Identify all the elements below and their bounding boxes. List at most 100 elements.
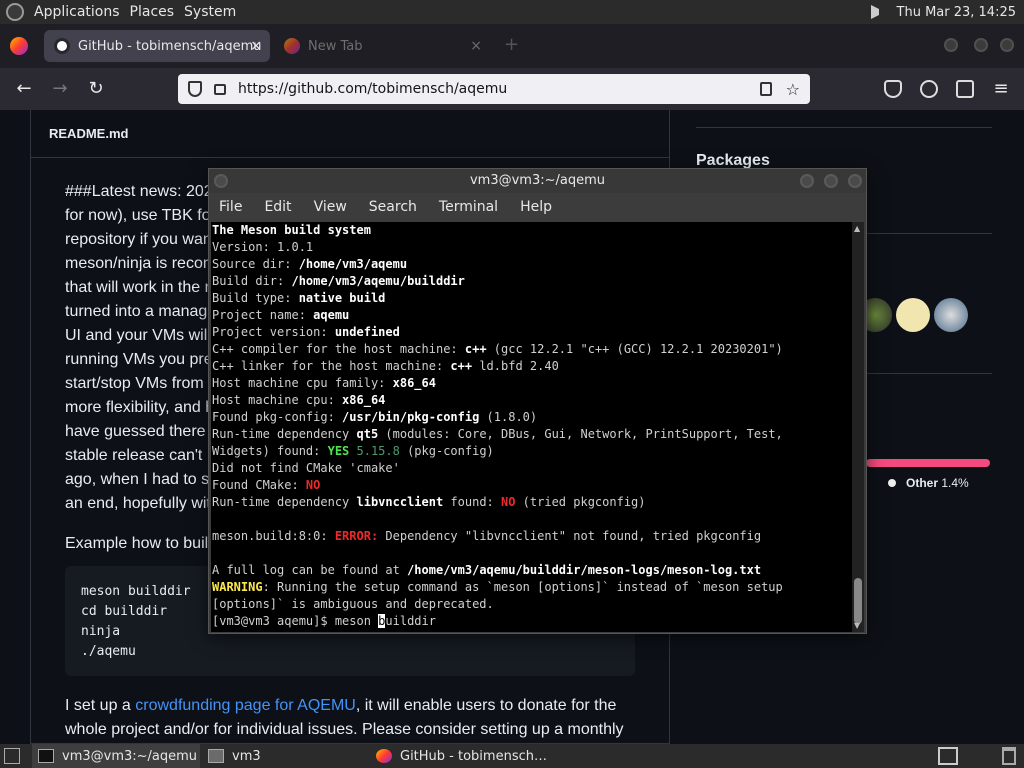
account-icon[interactable]: [920, 80, 938, 98]
minimize-button[interactable]: [800, 174, 814, 188]
tab-new-tab[interactable]: New Tab ×: [274, 30, 490, 62]
menu-terminal[interactable]: Terminal: [439, 199, 498, 215]
bookmark-star-icon[interactable]: ☆: [786, 80, 800, 99]
terminal-line: Did not find CMake 'cmake': [212, 460, 854, 477]
task-browser[interactable]: GitHub - tobimensch…: [370, 744, 570, 768]
reader-view-icon[interactable]: [760, 82, 772, 96]
terminal-title: vm3@vm3:~/aqemu: [469, 173, 606, 188]
back-icon[interactable]: ←: [13, 78, 35, 100]
terminal-line: Found pkg-config: /usr/bin/pkg-config (1…: [212, 409, 854, 426]
terminal-text: Widgets) found:: [212, 444, 328, 458]
terminal-scrollbar[interactable]: ▲ ▼: [852, 222, 864, 632]
terminal-text: (tried pkgconfig): [515, 495, 646, 509]
firefox-icon: [376, 749, 392, 763]
crowdfunding-link[interactable]: crowdfunding page for AQEMU: [135, 697, 356, 714]
window-menu-icon[interactable]: [214, 174, 228, 188]
maximize-button[interactable]: [824, 174, 838, 188]
forward-icon[interactable]: →: [49, 78, 71, 100]
applications-menu[interactable]: Applications: [34, 4, 120, 20]
system-menu[interactable]: System: [184, 4, 236, 20]
terminal-text: undefined: [334, 325, 400, 339]
terminal-text: [options]` is ambiguous and deprecated.: [212, 597, 494, 611]
close-tab-icon[interactable]: ×: [470, 38, 482, 54]
minimize-button[interactable]: [944, 38, 958, 52]
menu-search[interactable]: Search: [369, 199, 417, 215]
terminal-text: NO: [305, 478, 321, 492]
close-window-button[interactable]: [1000, 38, 1014, 52]
terminal-text: Project version:: [212, 325, 335, 339]
terminal-line: [options]` is ambiguous and deprecated.: [212, 596, 854, 613]
terminal-line: WARNING: Running the setup command as `m…: [212, 579, 854, 596]
menu-file[interactable]: File: [219, 199, 242, 215]
maximize-button[interactable]: [974, 38, 988, 52]
terminal-text: (gcc 12.2.1 "c++ (GCC) 12.2.1 20230201"): [486, 342, 783, 356]
github-icon: [54, 38, 70, 54]
menu-help[interactable]: Help: [520, 199, 552, 215]
terminal-text: Found CMake:: [212, 478, 306, 492]
terminal-text: libvncclient: [356, 495, 444, 509]
language-other[interactable]: Other 1.4%: [888, 476, 969, 490]
terminal-text: ERROR:: [334, 529, 379, 543]
terminal-line: Found CMake: NO: [212, 477, 854, 494]
volume-icon[interactable]: [870, 5, 889, 19]
browser-nav-bar: ← → ↻ https://github.com/tobimensch/aqem…: [0, 68, 1024, 110]
new-tab-button[interactable]: +: [504, 34, 519, 55]
terminal-text: c++: [464, 342, 487, 356]
terminal-text: x86_64: [342, 393, 386, 407]
terminal-text: (1.8.0): [479, 410, 538, 424]
terminal-text: Run-time dependency: [212, 427, 357, 441]
clock[interactable]: Thu Mar 23, 14:25: [897, 5, 1016, 20]
menu-icon[interactable]: ≡: [990, 78, 1012, 100]
terminal-text: [vm3@vm3 aqemu]$ meson: [212, 614, 379, 628]
divider: [696, 127, 992, 128]
workspace-switcher[interactable]: [938, 747, 958, 765]
readme-header: README.md: [31, 110, 669, 158]
url-bar[interactable]: https://github.com/tobimensch/aqemu ☆: [178, 74, 810, 104]
url-text[interactable]: https://github.com/tobimensch/aqemu: [238, 81, 507, 97]
firefox-icon: [284, 38, 300, 54]
terminal-line: Build type: native build: [212, 290, 854, 307]
terminal-text: meson.build:8:0:: [212, 529, 335, 543]
close-window-button[interactable]: [848, 174, 862, 188]
terminal-text: C++ linker for the host machine:: [212, 359, 451, 373]
places-menu[interactable]: Places: [130, 4, 175, 20]
terminal-line: meson.build:8:0: ERROR: Dependency "libv…: [212, 528, 854, 545]
task-terminal[interactable]: vm3@vm3:~/aqemu: [32, 744, 200, 768]
extensions-icon[interactable]: [956, 80, 974, 98]
lock-icon[interactable]: [214, 83, 226, 95]
terminal-text: /usr/bin/pkg-config: [342, 410, 480, 424]
scroll-thumb[interactable]: [854, 578, 862, 624]
menu-edit[interactable]: Edit: [264, 199, 291, 215]
terminal-titlebar[interactable]: vm3@vm3:~/aqemu: [209, 169, 866, 193]
pocket-icon[interactable]: [884, 80, 902, 98]
terminal-text: native build: [298, 291, 386, 305]
terminal-window[interactable]: vm3@vm3:~/aqemu File Edit View Search Te…: [208, 168, 867, 634]
tracking-protection-icon[interactable]: [188, 81, 202, 97]
contributor-avatar[interactable]: [934, 298, 968, 332]
reload-icon[interactable]: ↻: [85, 78, 107, 100]
firefox-view-icon[interactable]: [10, 37, 28, 55]
contributor-avatar[interactable]: [896, 298, 930, 332]
terminal-output[interactable]: The Meson build system Version: 1.0.1 Sour…: [211, 222, 854, 632]
terminal-text: YES: [327, 444, 350, 458]
scroll-down-icon[interactable]: ▼: [854, 621, 860, 630]
menu-view[interactable]: View: [314, 199, 347, 215]
terminal-text: ld.bfd 2.40: [472, 359, 559, 373]
terminal-text: x86_64: [392, 376, 436, 390]
task-file-manager[interactable]: vm3: [202, 744, 362, 768]
scroll-up-icon[interactable]: ▲: [854, 224, 860, 233]
terminal-line: Run-time dependency libvncclient found: …: [212, 494, 854, 511]
show-desktop-icon[interactable]: [4, 748, 20, 764]
terminal-text: A full log can be found at: [212, 563, 408, 577]
terminal-text: /home/vm3/aqemu/builddir/meson-logs/meso…: [407, 563, 762, 577]
terminal-text: aqemu: [313, 308, 350, 322]
terminal-text: /home/vm3/aqemu/builddir: [291, 274, 465, 288]
close-tab-icon[interactable]: ×: [250, 38, 262, 54]
distro-logo-icon[interactable]: [6, 3, 24, 21]
tab-github[interactable]: GitHub - tobimensch/aqemu ×: [44, 30, 270, 62]
trash-icon[interactable]: [1002, 747, 1016, 765]
terminal-line: A full log can be found at /home/vm3/aqe…: [212, 562, 854, 579]
terminal-line: Host machine cpu family: x86_64: [212, 375, 854, 392]
terminal-text: Version: 1.0.1: [212, 240, 314, 254]
